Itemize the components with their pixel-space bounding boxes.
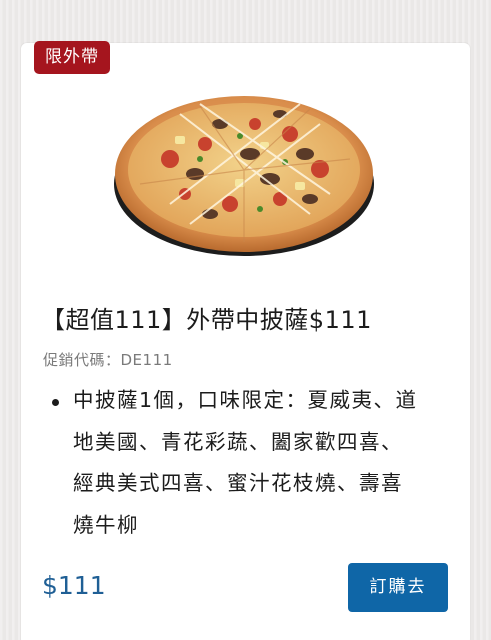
promo-code: 促銷代碼：DE111 bbox=[43, 351, 173, 369]
pizza-image bbox=[110, 64, 378, 260]
description-line: 地美國、青花彩蔬、闔家歡四喜、 bbox=[73, 429, 403, 454]
bullet-dot bbox=[52, 399, 59, 406]
description-line: 燒牛柳 bbox=[73, 512, 139, 537]
product-description: 中披薩1個，口味限定：夏威夷、道 地美國、青花彩蔬、闔家歡四喜、 經典美式四喜、… bbox=[73, 380, 453, 546]
price: $111 bbox=[42, 571, 106, 600]
description-line: 中披薩1個，口味限定：夏威夷、道 bbox=[73, 388, 418, 412]
takeout-only-badge: 限外帶 bbox=[34, 41, 110, 74]
order-button[interactable]: 訂購去 bbox=[348, 563, 448, 612]
description-line: 經典美式四喜、蜜汁花枝燒、壽喜 bbox=[73, 471, 403, 495]
product-title: 【超值111】外帶中披薩$111 bbox=[41, 306, 372, 334]
